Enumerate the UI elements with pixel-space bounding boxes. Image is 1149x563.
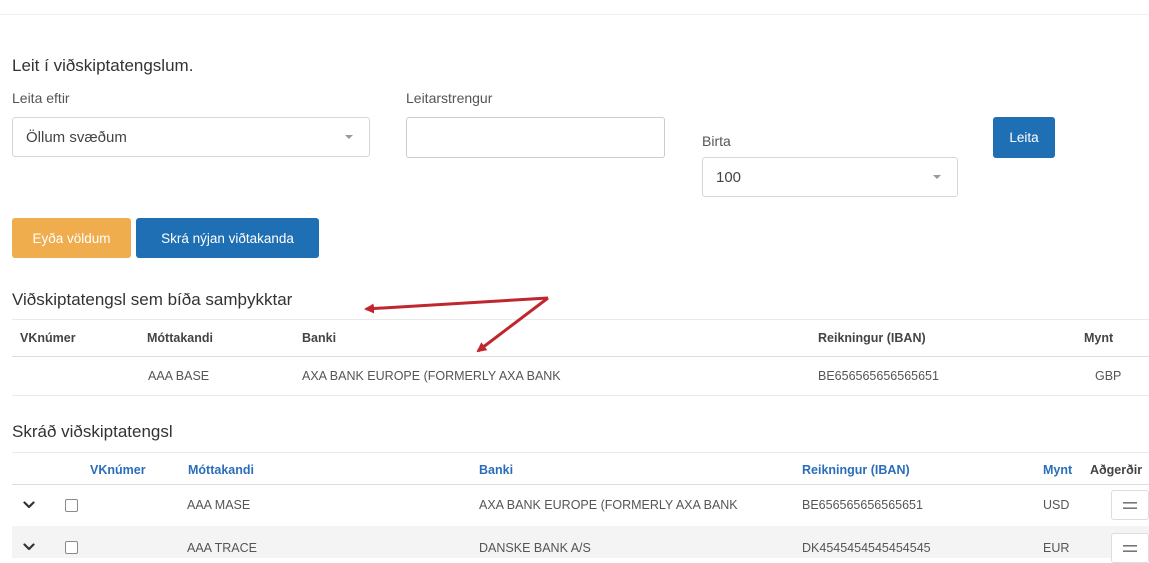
table-row: AAA TRACE DANSKE BANK A/S DK454545454545… bbox=[12, 526, 1149, 563]
chevron-down-icon bbox=[23, 543, 35, 551]
sort-by-vknumer[interactable]: VKnúmer bbox=[90, 463, 146, 477]
expand-row-button[interactable] bbox=[20, 538, 38, 556]
table-row: AAA MASE AXA BANK EUROPE (FORMERLY AXA B… bbox=[12, 485, 1149, 526]
registered-cell-recipient: AAA TRACE bbox=[187, 541, 257, 555]
registered-col-actions: Aðgerðir bbox=[1090, 463, 1143, 477]
row-select-checkbox[interactable] bbox=[65, 541, 78, 554]
registered-header-top-rule bbox=[12, 452, 1149, 453]
registered-cell-currency: EUR bbox=[1043, 541, 1070, 555]
registered-cell-recipient: AAA MASE bbox=[187, 498, 251, 512]
chevron-down-icon bbox=[23, 501, 35, 509]
row-select-checkbox[interactable] bbox=[65, 499, 78, 512]
red-arrow-annotation bbox=[364, 296, 549, 353]
registered-cell-bank: AXA BANK EUROPE (FORMERLY AXA BANK bbox=[479, 498, 738, 512]
registered-cell-currency: USD bbox=[1043, 498, 1070, 512]
hamburger-menu-icon bbox=[1123, 544, 1137, 552]
hamburger-menu-icon bbox=[1123, 501, 1137, 509]
sort-by-recipient[interactable]: Móttakandi bbox=[188, 463, 254, 477]
registered-cell-iban: BE656565656565651 bbox=[802, 498, 923, 512]
expand-row-button[interactable] bbox=[20, 496, 38, 514]
row-actions-button[interactable] bbox=[1111, 490, 1149, 520]
sort-by-currency[interactable]: Mynt bbox=[1043, 463, 1072, 477]
registered-cell-bank: DANSKE BANK A/S bbox=[479, 541, 591, 555]
registered-title: Skráð viðskiptatengsl bbox=[12, 422, 173, 441]
arrow-to-bank-column bbox=[476, 296, 549, 353]
row-actions-button[interactable] bbox=[1111, 533, 1149, 563]
sort-by-bank[interactable]: Banki bbox=[479, 463, 513, 477]
sort-by-iban[interactable]: Reikningur (IBAN) bbox=[802, 463, 910, 477]
arrow-to-pending-title bbox=[364, 296, 549, 314]
registered-cell-iban: DK4545454545454545 bbox=[802, 541, 931, 555]
